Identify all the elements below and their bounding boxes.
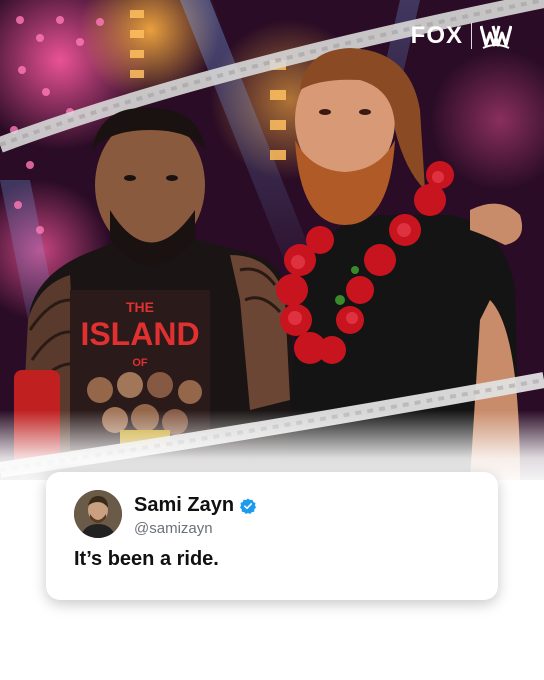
shirt-text-the: THE bbox=[126, 299, 154, 315]
tweet-card[interactable]: Sami Zayn @samizayn It’s been a ride. bbox=[46, 472, 498, 600]
logo-divider bbox=[471, 23, 472, 49]
avatar-image bbox=[74, 490, 122, 538]
fox-logo-icon: FOX bbox=[410, 22, 463, 49]
wwe-logo-icon bbox=[480, 25, 512, 49]
display-name[interactable]: Sami Zayn bbox=[134, 494, 234, 517]
tweet-author: Sami Zayn bbox=[134, 494, 257, 517]
shirt-text-of: OF bbox=[132, 357, 148, 369]
broadcast-logos: FOX bbox=[411, 22, 512, 50]
verified-badge-icon bbox=[240, 498, 257, 514]
post-image: THE ISLAND OF FOX Sami Zayn @samizayn It… bbox=[0, 0, 544, 680]
handle[interactable]: @samizayn bbox=[134, 520, 213, 537]
wrestlers-photo: THE ISLAND OF bbox=[0, 0, 544, 480]
photo-illustration: THE ISLAND OF bbox=[0, 0, 544, 480]
tweet-text: It’s been a ride. bbox=[74, 548, 219, 570]
avatar[interactable] bbox=[74, 490, 122, 538]
shirt-text-island: ISLAND bbox=[80, 316, 199, 352]
